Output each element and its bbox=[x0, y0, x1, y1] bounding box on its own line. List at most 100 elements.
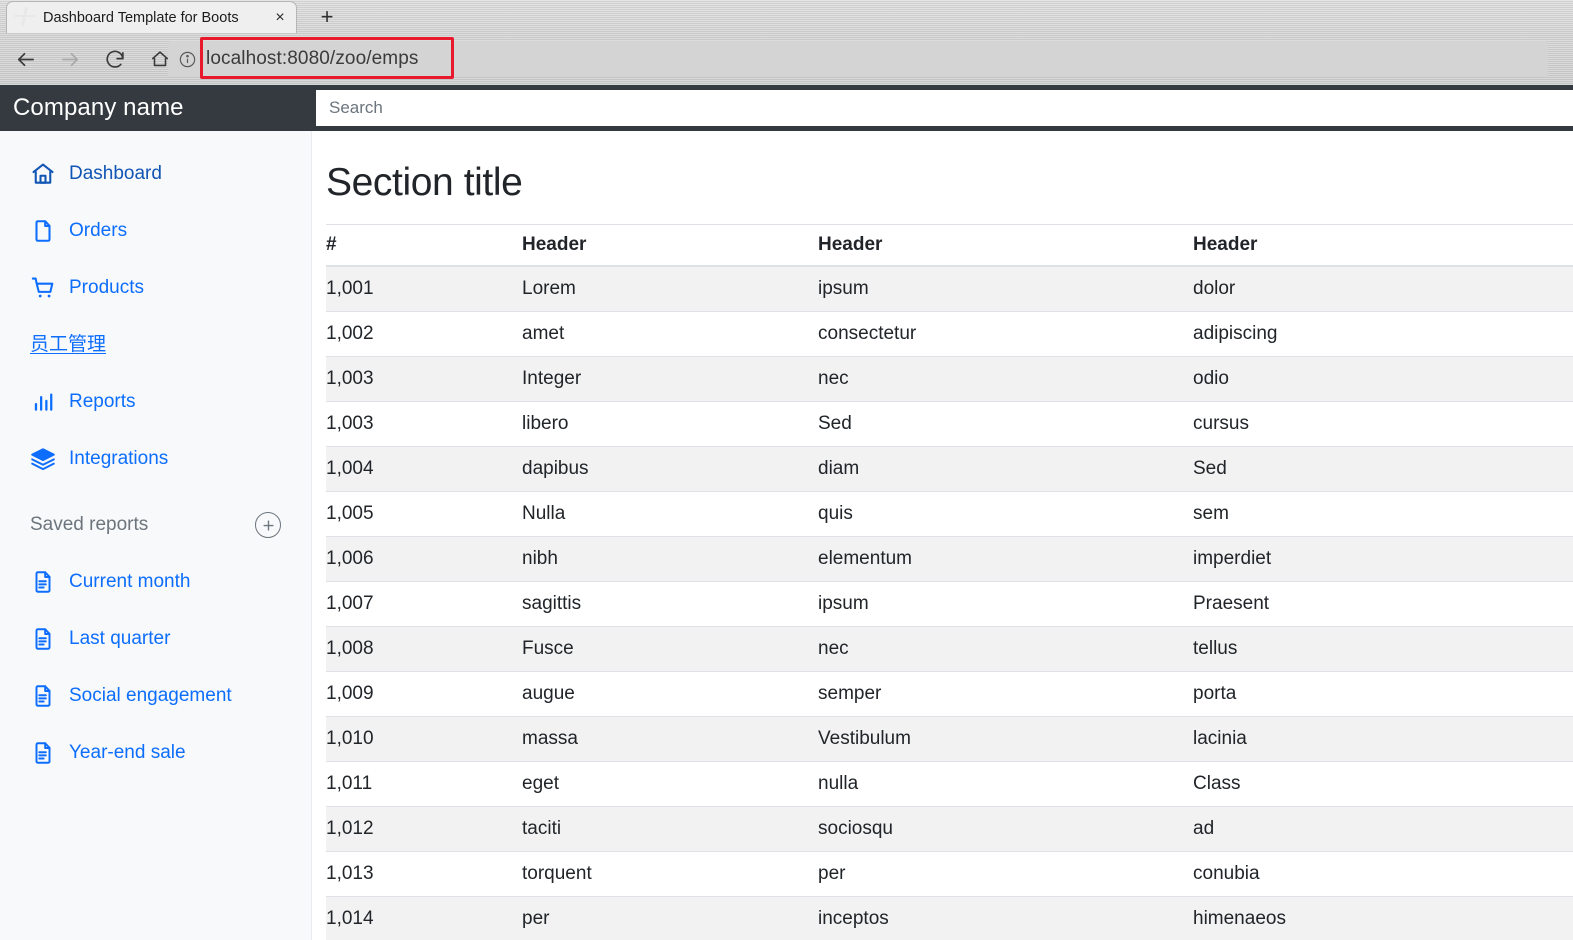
file-text-icon bbox=[30, 683, 60, 709]
new-tab-button[interactable]: + bbox=[312, 4, 342, 30]
plus-circle-icon[interactable] bbox=[255, 512, 281, 538]
close-icon[interactable]: × bbox=[270, 8, 290, 28]
table-cell: dapibus bbox=[522, 447, 818, 492]
table-cell: nec bbox=[818, 357, 1193, 402]
sidebar-item-reports[interactable]: Reports bbox=[0, 373, 311, 430]
tab-title: Dashboard Template for Boots bbox=[43, 10, 270, 26]
table-cell-id: 1,003 bbox=[326, 357, 522, 402]
sidebar-item-employee-management[interactable]: 员工管理 bbox=[0, 316, 311, 373]
file-icon bbox=[30, 218, 60, 244]
table-cell: odio bbox=[1193, 357, 1573, 402]
table-row: 1,008Fuscenectellus bbox=[326, 627, 1573, 672]
sidebar-item-label: 员工管理 bbox=[30, 335, 106, 354]
sidebar-item-social-engagement[interactable]: Social engagement bbox=[0, 667, 311, 724]
table-column-header: Header bbox=[522, 225, 818, 267]
table-row: 1,012tacitisociosquad bbox=[326, 807, 1573, 852]
table-row: 1,001Loremipsumdolor bbox=[326, 266, 1573, 312]
table-row: 1,006nibhelementumimperdiet bbox=[326, 537, 1573, 582]
table-column-header: # bbox=[326, 225, 522, 267]
table-cell: massa bbox=[522, 717, 818, 762]
table-cell: per bbox=[522, 897, 818, 940]
table-column-header: Header bbox=[1193, 225, 1573, 267]
table-cell: consectetur bbox=[818, 312, 1193, 357]
table-cell-id: 1,006 bbox=[326, 537, 522, 582]
sidebar-item-last-quarter[interactable]: Last quarter bbox=[0, 610, 311, 667]
sidebar: Dashboard Orders Produ bbox=[0, 131, 312, 940]
tab-strip: Dashboard Template for Boots × + bbox=[0, 0, 1573, 33]
table-cell-id: 1,001 bbox=[326, 266, 522, 312]
saved-reports-header: Saved reports bbox=[0, 497, 311, 553]
table-cell: dolor bbox=[1193, 266, 1573, 312]
sidebar-item-year-end-sale[interactable]: Year-end sale bbox=[0, 724, 311, 781]
table-cell: eget bbox=[522, 762, 818, 807]
table-cell: tellus bbox=[1193, 627, 1573, 672]
search-container bbox=[312, 85, 1573, 131]
sidebar-item-integrations[interactable]: Integrations bbox=[0, 430, 311, 487]
table-cell: sociosqu bbox=[818, 807, 1193, 852]
sidebar-item-label: Reports bbox=[69, 392, 136, 411]
url-text: localhost:8080/zoo/emps bbox=[206, 48, 419, 70]
globe-icon bbox=[17, 9, 34, 26]
table-cell: nibh bbox=[522, 537, 818, 582]
table-cell: Fusce bbox=[522, 627, 818, 672]
data-table: #HeaderHeaderHeader 1,001Loremipsumdolor… bbox=[326, 224, 1573, 940]
table-cell: semper bbox=[818, 672, 1193, 717]
sidebar-item-current-month[interactable]: Current month bbox=[0, 553, 311, 610]
table-cell-id: 1,003 bbox=[326, 402, 522, 447]
sidebar-item-products[interactable]: Products bbox=[0, 259, 311, 316]
browser-toolbar: localhost:8080/zoo/emps bbox=[0, 33, 1573, 85]
table-row: 1,009auguesemperporta bbox=[326, 672, 1573, 717]
sidebar-item-label: Social engagement bbox=[69, 686, 232, 705]
body-wrapper: Dashboard Orders Produ bbox=[0, 131, 1573, 940]
table-cell: ad bbox=[1193, 807, 1573, 852]
table-cell-id: 1,008 bbox=[326, 627, 522, 672]
table-row: 1,003Integernecodio bbox=[326, 357, 1573, 402]
page-content: Company name Dashboard Or bbox=[0, 85, 1573, 940]
sidebar-item-label: Dashboard bbox=[69, 164, 162, 183]
table-cell: augue bbox=[522, 672, 818, 717]
table-row: 1,014perinceptoshimenaeos bbox=[326, 897, 1573, 940]
table-cell: Vestibulum bbox=[818, 717, 1193, 762]
table-cell-id: 1,005 bbox=[326, 492, 522, 537]
browser-tab[interactable]: Dashboard Template for Boots × bbox=[6, 1, 297, 33]
info-circle-icon[interactable] bbox=[168, 41, 206, 77]
table-row: 1,003liberoSedcursus bbox=[326, 402, 1573, 447]
table-cell: imperdiet bbox=[1193, 537, 1573, 582]
table-row: 1,005Nullaquissem bbox=[326, 492, 1573, 537]
table-cell: Praesent bbox=[1193, 582, 1573, 627]
page-title: Section title bbox=[326, 161, 1573, 205]
table-cell: ipsum bbox=[818, 582, 1193, 627]
table-cell: nulla bbox=[818, 762, 1193, 807]
table-cell: Nulla bbox=[522, 492, 818, 537]
table-cell: Lorem bbox=[522, 266, 818, 312]
table-cell: Class bbox=[1193, 762, 1573, 807]
table-row: 1,004dapibusdiamSed bbox=[326, 447, 1573, 492]
table-body: 1,001Loremipsumdolor1,002ametconsectetur… bbox=[326, 266, 1573, 940]
sidebar-item-dashboard[interactable]: Dashboard bbox=[0, 145, 311, 202]
bar-chart-icon bbox=[30, 389, 60, 415]
table-cell: libero bbox=[522, 402, 818, 447]
table-container: #HeaderHeaderHeader 1,001Loremipsumdolor… bbox=[326, 224, 1573, 940]
table-row: 1,011egetnullaClass bbox=[326, 762, 1573, 807]
table-cell-id: 1,009 bbox=[326, 672, 522, 717]
table-cell-id: 1,002 bbox=[326, 312, 522, 357]
table-cell: diam bbox=[818, 447, 1193, 492]
top-navbar: Company name bbox=[0, 85, 1573, 131]
file-text-icon bbox=[30, 740, 60, 766]
table-cell: Sed bbox=[818, 402, 1193, 447]
back-arrow-icon[interactable] bbox=[5, 39, 45, 79]
address-bar[interactable]: localhost:8080/zoo/emps bbox=[168, 41, 1548, 77]
brand-title[interactable]: Company name bbox=[0, 85, 312, 131]
table-cell-id: 1,011 bbox=[326, 762, 522, 807]
table-cell: sagittis bbox=[522, 582, 818, 627]
table-cell: conubia bbox=[1193, 852, 1573, 897]
sidebar-item-orders[interactable]: Orders bbox=[0, 202, 311, 259]
table-header-row: #HeaderHeaderHeader bbox=[326, 225, 1573, 267]
table-cell-id: 1,010 bbox=[326, 717, 522, 762]
layers-icon bbox=[30, 446, 60, 472]
file-text-icon bbox=[30, 626, 60, 652]
search-input[interactable] bbox=[316, 90, 1573, 126]
reload-icon[interactable] bbox=[95, 39, 135, 79]
table-cell: lacinia bbox=[1193, 717, 1573, 762]
table-cell: per bbox=[818, 852, 1193, 897]
